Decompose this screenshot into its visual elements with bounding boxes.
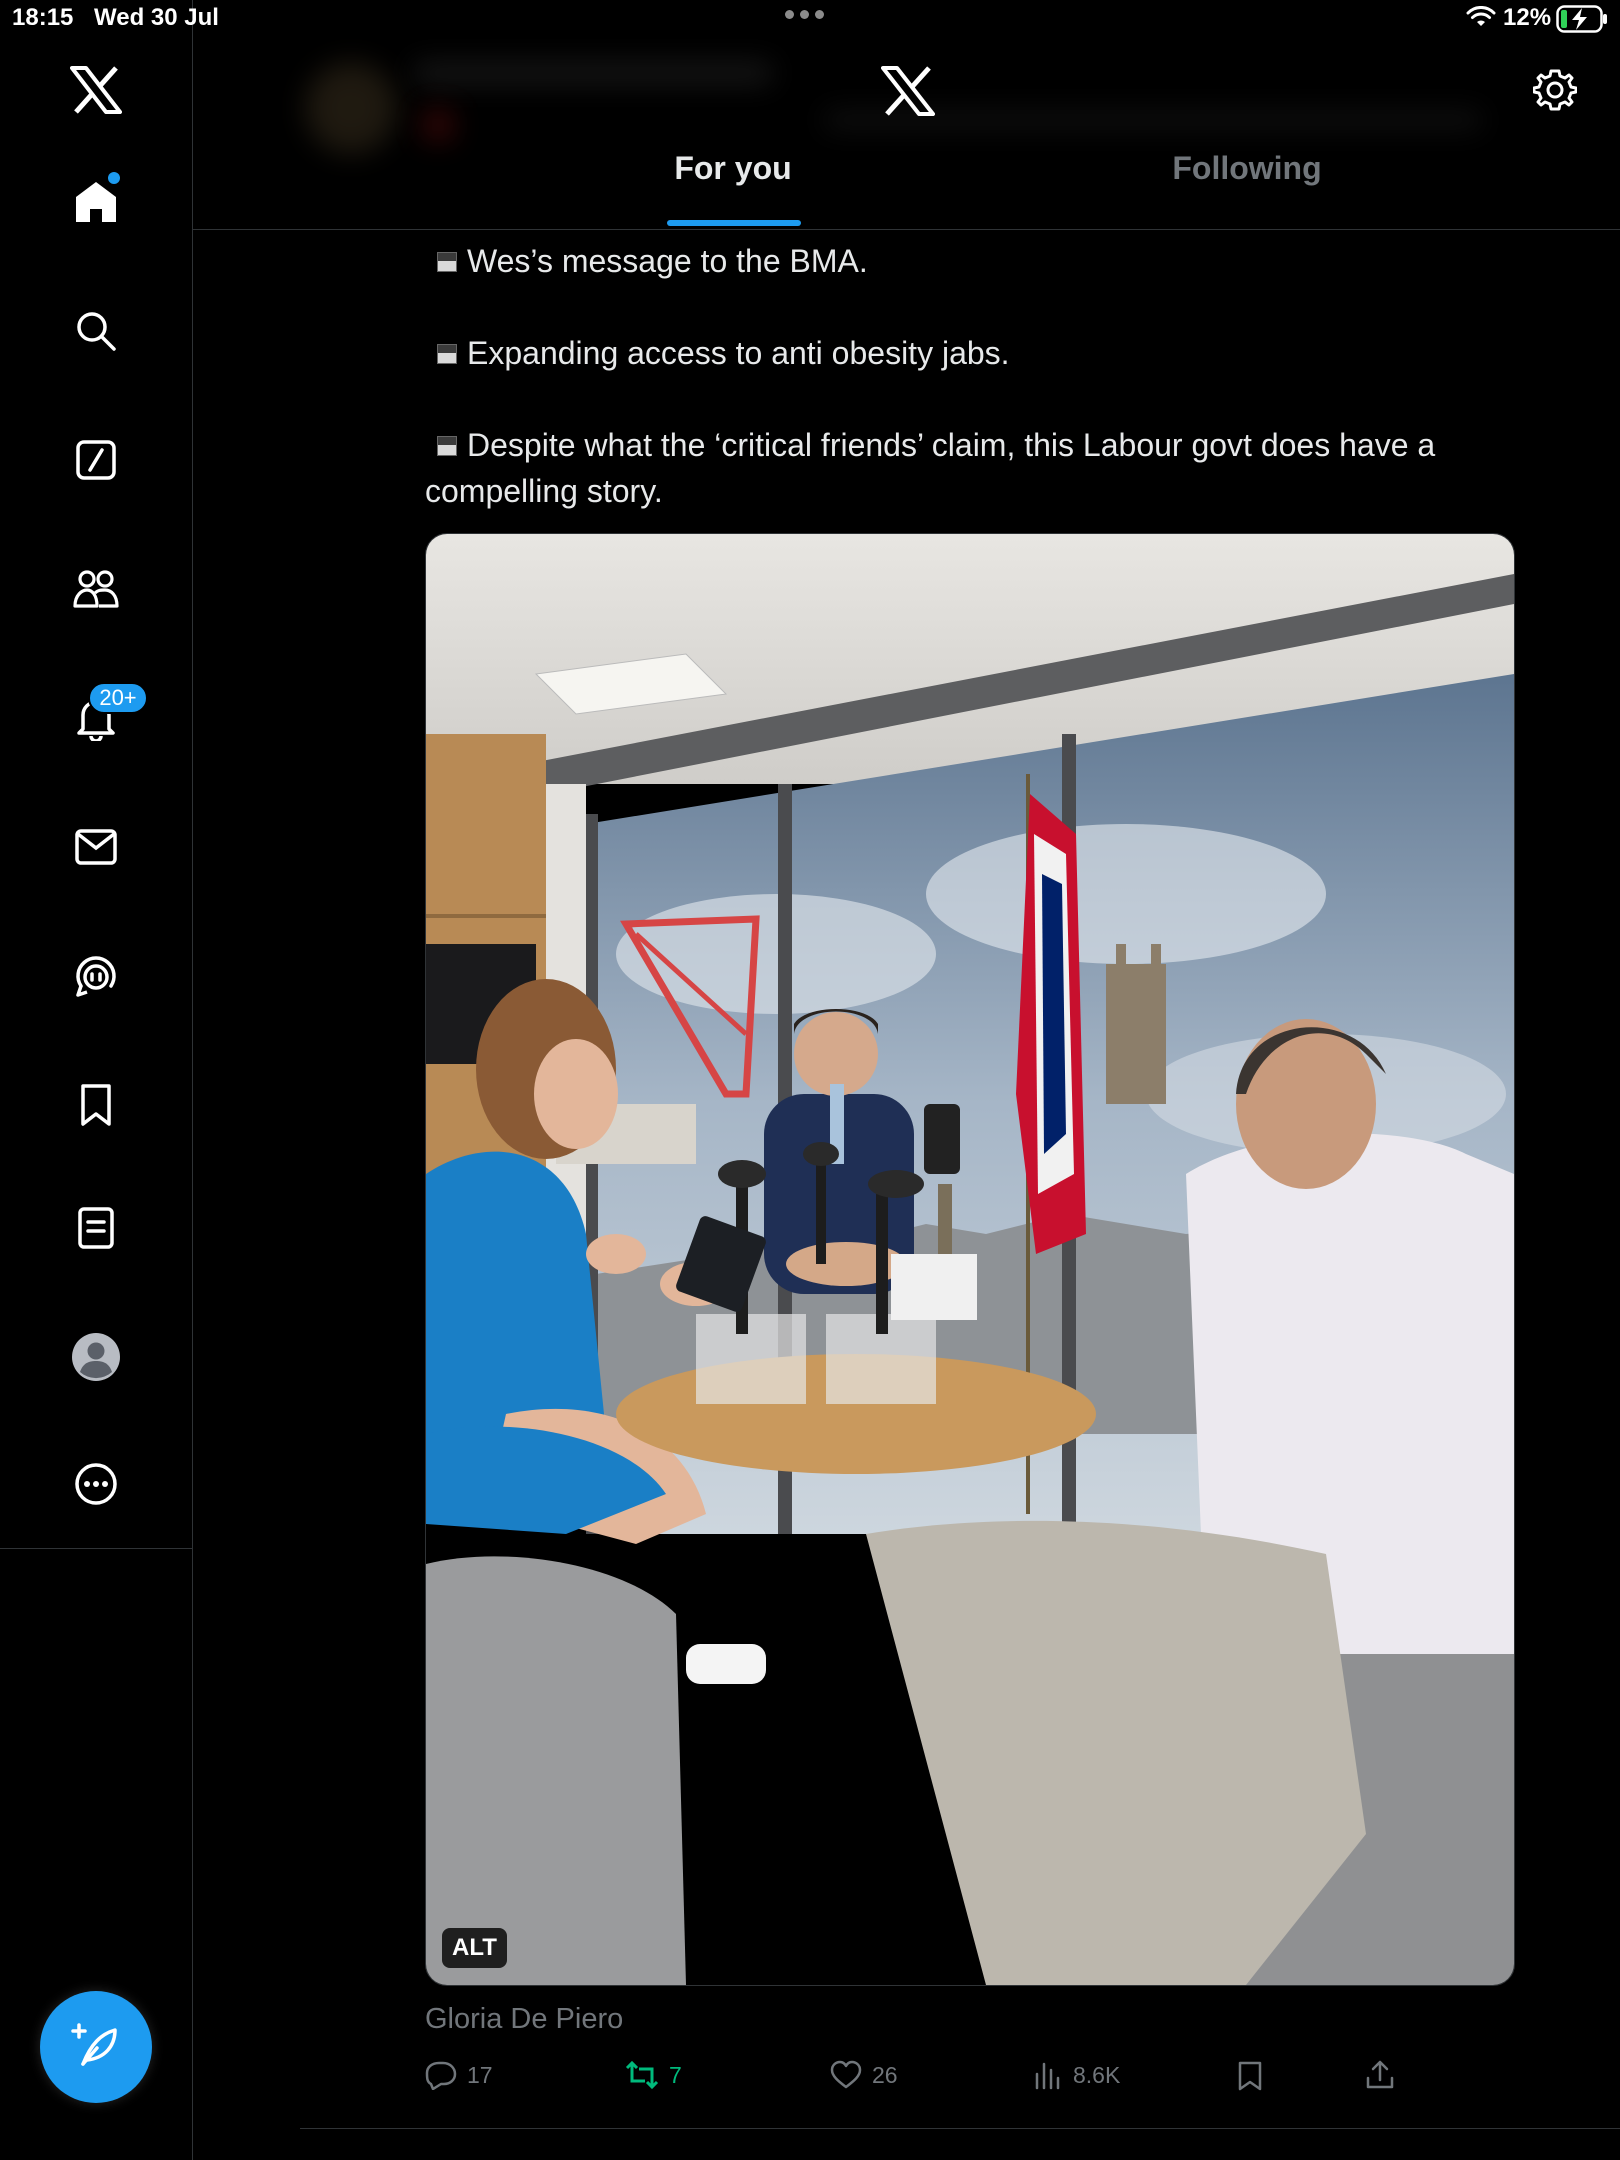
like-button[interactable]: 26 <box>830 2060 898 2090</box>
bullet-square-icon <box>437 251 457 272</box>
battery-charging-icon <box>1556 5 1607 33</box>
timeline-settings-button[interactable] <box>1531 66 1579 114</box>
post-line-text: Despite what the ‘critical friends’ clai… <box>425 427 1436 509</box>
bookmark-icon <box>1238 2061 1262 2091</box>
sidebar-divider <box>0 1548 192 1549</box>
wifi-icon <box>1466 6 1496 26</box>
post-author-name[interactable]: Gloria De Piero <box>425 2003 623 2036</box>
envelope-icon <box>75 829 117 865</box>
post-line-text: Expanding access to anti obesity jabs. <box>467 335 1010 371</box>
repost-count: 7 <box>669 2061 682 2088</box>
nav-lists[interactable] <box>60 1192 132 1264</box>
share-upload-icon <box>1366 2060 1394 2089</box>
nav-profile[interactable] <box>60 1321 132 1393</box>
post-text-line: Wes’s message to the BMA. <box>425 238 1515 284</box>
list-icon <box>78 1207 114 1249</box>
bookmark-button[interactable] <box>1237 2060 1263 2092</box>
post-action-bar: 17 7 26 8.6K <box>425 2060 1525 2100</box>
post-photo[interactable]: ALT <box>425 533 1515 1986</box>
nav-grok[interactable] <box>60 424 132 496</box>
tab-label: Following <box>1172 150 1322 186</box>
status-time: 18:15 <box>12 4 74 31</box>
spaces-icon <box>76 956 116 997</box>
blurred-underlay <box>423 110 453 140</box>
communities-icon <box>73 570 119 608</box>
share-button[interactable] <box>1365 2060 1395 2090</box>
grok-icon <box>76 440 116 480</box>
x-logo-icon[interactable] <box>70 66 122 114</box>
status-bar: 18:15 Wed 30 Jul 12% <box>0 0 1620 40</box>
tab-following[interactable]: Following <box>990 150 1504 229</box>
repost-button[interactable]: 7 <box>625 2060 682 2090</box>
status-date: Wed 30 Jul <box>94 4 219 31</box>
post-text-line: Despite what the ‘critical friends’ clai… <box>425 422 1515 514</box>
blurred-underlay <box>413 62 773 84</box>
avatar-icon <box>72 1333 120 1381</box>
views-bar-chart-icon <box>1035 2062 1060 2090</box>
nav-messages[interactable] <box>60 811 132 883</box>
post-line-text: Wes’s message to the BMA. <box>467 243 868 279</box>
heart-icon <box>830 2060 862 2089</box>
like-count: 26 <box>872 2061 898 2088</box>
tab-label: For you <box>674 150 792 186</box>
repost-icon <box>625 2060 659 2090</box>
nav-more[interactable] <box>60 1448 132 1520</box>
compose-feather-icon <box>71 2023 117 2066</box>
reply-button[interactable]: 17 <box>425 2060 493 2090</box>
bookmark-icon <box>81 1084 111 1126</box>
views-button[interactable]: 8.6K <box>1033 2060 1120 2090</box>
search-icon <box>77 312 116 351</box>
podcast-studio-photo <box>426 534 1514 1985</box>
bullet-square-icon <box>437 435 457 456</box>
view-count: 8.6K <box>1073 2061 1121 2088</box>
post-divider <box>300 2128 1620 2129</box>
gear-icon <box>1533 69 1577 111</box>
post-text-line: Expanding access to anti obesity jabs. <box>425 330 1515 376</box>
nav-communities[interactable] <box>60 553 132 625</box>
active-tab-indicator <box>667 220 801 226</box>
battery-percent: 12% <box>1503 4 1552 31</box>
tab-for-you[interactable]: For you <box>476 150 990 229</box>
blurred-underlay <box>305 62 397 154</box>
alt-text-badge[interactable]: ALT <box>442 1928 507 1968</box>
multitasking-dots-icon[interactable] <box>785 10 824 19</box>
nav-spaces[interactable] <box>60 940 132 1012</box>
notification-count-badge: 20+ <box>88 682 148 714</box>
home-icon <box>76 182 116 222</box>
compose-post-button[interactable] <box>40 1991 152 2103</box>
x-logo-icon[interactable] <box>881 66 935 116</box>
nav-explore[interactable] <box>60 295 132 367</box>
more-icon <box>75 1463 117 1505</box>
sidebar: 20+ <box>0 0 193 2160</box>
nav-home[interactable] <box>60 166 132 238</box>
reply-count: 17 <box>467 2061 493 2088</box>
reply-bubble-icon <box>425 2061 457 2090</box>
nav-bookmarks[interactable] <box>60 1069 132 1141</box>
bullet-square-icon <box>437 343 457 364</box>
home-unread-dot <box>108 172 120 184</box>
